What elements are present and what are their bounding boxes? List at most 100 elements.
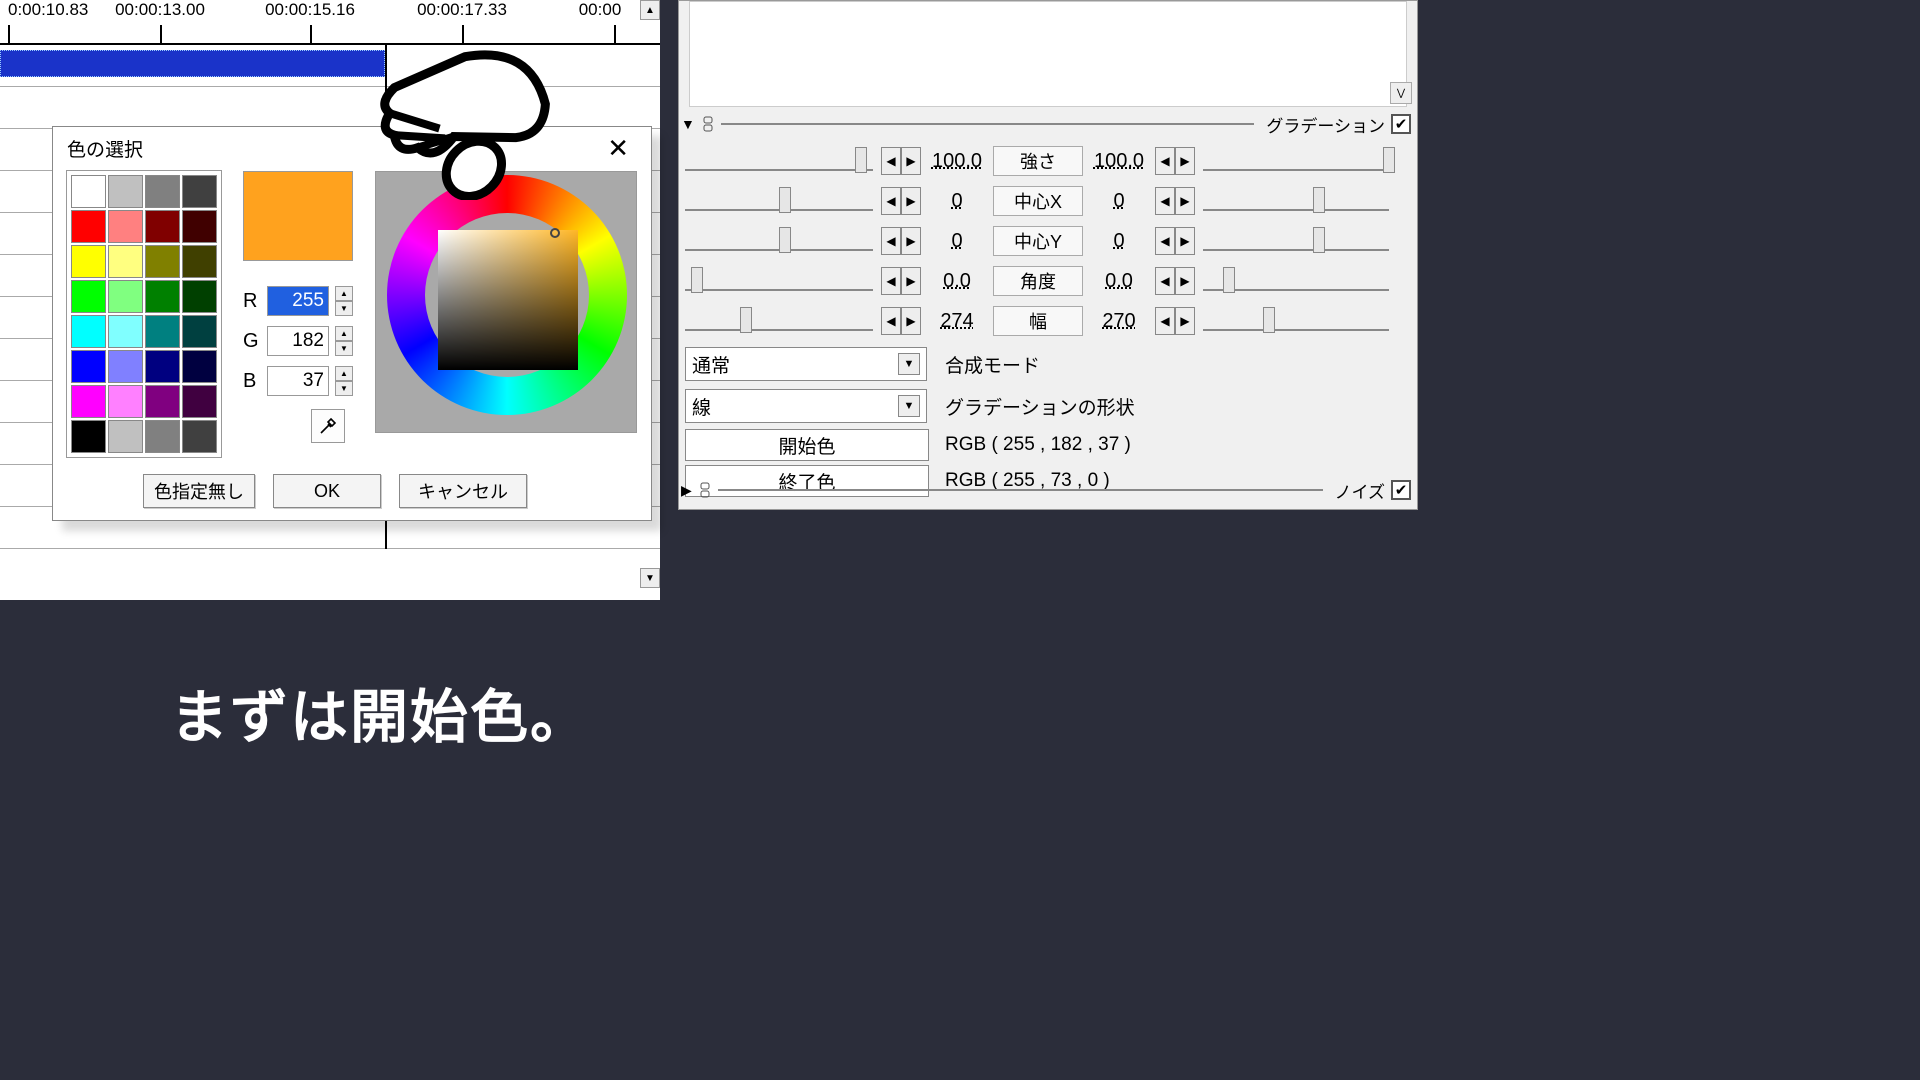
step-right-icon[interactable]: ▶: [901, 187, 921, 215]
step-right-icon[interactable]: ▶: [901, 307, 921, 335]
ok-button[interactable]: OK: [273, 474, 381, 508]
section-noise-header[interactable]: ▶ ノイズ ✔: [681, 479, 1411, 501]
cancel-button[interactable]: キャンセル: [399, 474, 527, 508]
start-color-button[interactable]: 開始色: [685, 429, 929, 461]
color-swatch[interactable]: [71, 385, 106, 418]
section-gradient-header[interactable]: ▼ グラデーション ✔: [681, 113, 1411, 135]
param-value-left[interactable]: 274: [929, 310, 985, 333]
color-swatch[interactable]: [108, 280, 143, 313]
slider[interactable]: [1203, 191, 1389, 211]
param-value-right[interactable]: 0: [1091, 230, 1147, 253]
color-swatch[interactable]: [108, 385, 143, 418]
slider[interactable]: [1203, 231, 1389, 251]
step-right-icon[interactable]: ▶: [901, 147, 921, 175]
scroll-up-icon[interactable]: ▲: [640, 0, 660, 20]
slider[interactable]: [685, 151, 873, 171]
color-swatch[interactable]: [108, 245, 143, 278]
step-right-icon[interactable]: ▶: [901, 227, 921, 255]
color-swatch[interactable]: [108, 420, 143, 453]
color-swatch[interactable]: [108, 210, 143, 243]
color-swatch[interactable]: [182, 385, 217, 418]
b-down[interactable]: ▼: [335, 381, 353, 396]
color-swatch[interactable]: [182, 420, 217, 453]
color-swatch[interactable]: [145, 385, 180, 418]
gradient-enable-checkbox[interactable]: ✔: [1391, 114, 1411, 134]
color-swatch[interactable]: [145, 420, 180, 453]
color-swatch[interactable]: [71, 245, 106, 278]
no-color-button[interactable]: 色指定無し: [143, 474, 255, 508]
color-swatch[interactable]: [145, 280, 180, 313]
g-input[interactable]: [267, 326, 329, 356]
chain-icon[interactable]: [698, 482, 712, 498]
step-left-icon[interactable]: ◀: [1155, 227, 1175, 255]
g-up[interactable]: ▲: [335, 326, 353, 341]
color-swatch[interactable]: [108, 350, 143, 383]
expand-icon[interactable]: ▶: [681, 482, 692, 499]
slider[interactable]: [1203, 271, 1389, 291]
color-swatch[interactable]: [71, 420, 106, 453]
step-left-icon[interactable]: ◀: [881, 147, 901, 175]
color-swatch[interactable]: [145, 315, 180, 348]
slider[interactable]: [1203, 311, 1389, 331]
close-icon[interactable]: ✕: [599, 133, 637, 164]
step-left-icon[interactable]: ◀: [1155, 267, 1175, 295]
color-swatch[interactable]: [145, 245, 180, 278]
step-right-icon[interactable]: ▶: [901, 267, 921, 295]
slider[interactable]: [685, 231, 873, 251]
param-value-left[interactable]: 0: [929, 230, 985, 253]
step-left-icon[interactable]: ◀: [881, 267, 901, 295]
step-left-icon[interactable]: ◀: [881, 187, 901, 215]
shape-select[interactable]: 線▼: [685, 389, 927, 423]
blend-mode-select[interactable]: 通常▼: [685, 347, 927, 381]
step-left-icon[interactable]: ◀: [881, 307, 901, 335]
step-right-icon[interactable]: ▶: [1175, 307, 1195, 335]
param-value-left[interactable]: 0.0: [929, 270, 985, 293]
color-swatch[interactable]: [182, 280, 217, 313]
slider[interactable]: [685, 271, 873, 291]
param-value-left[interactable]: 100.0: [929, 150, 985, 173]
color-swatch[interactable]: [182, 175, 217, 208]
color-swatch[interactable]: [71, 280, 106, 313]
slider[interactable]: [1203, 151, 1389, 171]
color-swatch[interactable]: [182, 245, 217, 278]
noise-enable-checkbox[interactable]: ✔: [1391, 480, 1411, 500]
color-swatch[interactable]: [71, 210, 106, 243]
color-swatch[interactable]: [145, 210, 180, 243]
step-left-icon[interactable]: ◀: [1155, 187, 1175, 215]
chain-icon[interactable]: [701, 116, 715, 132]
step-left-icon[interactable]: ◀: [881, 227, 901, 255]
eyedropper-icon[interactable]: [311, 409, 345, 443]
r-up[interactable]: ▲: [335, 286, 353, 301]
slider[interactable]: [685, 191, 873, 211]
collapse-icon[interactable]: ▼: [681, 116, 695, 132]
color-swatch[interactable]: [71, 350, 106, 383]
g-down[interactable]: ▼: [335, 341, 353, 356]
r-down[interactable]: ▼: [335, 301, 353, 316]
step-right-icon[interactable]: ▶: [1175, 227, 1195, 255]
param-value-left[interactable]: 0: [929, 190, 985, 213]
color-swatch[interactable]: [108, 175, 143, 208]
step-left-icon[interactable]: ◀: [1155, 147, 1175, 175]
step-right-icon[interactable]: ▶: [1175, 147, 1195, 175]
color-swatch[interactable]: [71, 175, 106, 208]
color-swatch[interactable]: [182, 210, 217, 243]
b-input[interactable]: [267, 366, 329, 396]
color-swatch[interactable]: [182, 315, 217, 348]
param-value-right[interactable]: 0.0: [1091, 270, 1147, 293]
color-swatch[interactable]: [145, 350, 180, 383]
step-left-icon[interactable]: ◀: [1155, 307, 1175, 335]
param-value-right[interactable]: 0: [1091, 190, 1147, 213]
step-right-icon[interactable]: ▶: [1175, 187, 1195, 215]
r-input[interactable]: [267, 286, 329, 316]
param-value-right[interactable]: 100.0: [1091, 150, 1147, 173]
color-swatch[interactable]: [108, 315, 143, 348]
timeline-clip[interactable]: [0, 50, 385, 77]
step-right-icon[interactable]: ▶: [1175, 267, 1195, 295]
scroll-down-icon[interactable]: ▼: [640, 568, 660, 588]
vscroll-thumb-icon[interactable]: ⋁: [1390, 82, 1412, 104]
color-swatch[interactable]: [145, 175, 180, 208]
b-up[interactable]: ▲: [335, 366, 353, 381]
color-swatch[interactable]: [182, 350, 217, 383]
param-value-right[interactable]: 270: [1091, 310, 1147, 333]
color-wheel[interactable]: [375, 171, 637, 433]
